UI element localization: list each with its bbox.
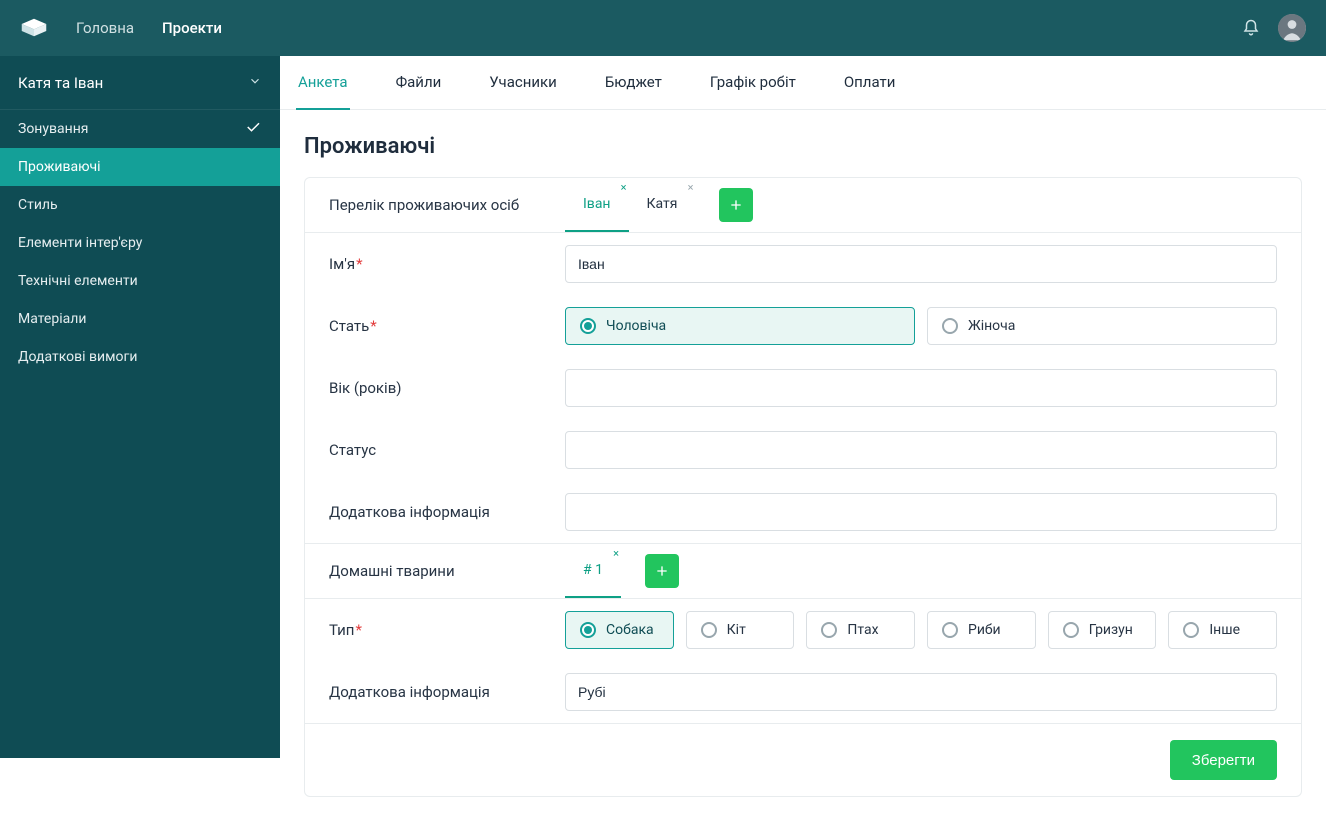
tab[interactable]: Учасники [487,56,559,110]
pet-extra-label: Додаткова інформація [329,683,549,701]
close-icon[interactable]: × [621,182,627,193]
tab[interactable]: Файли [394,56,444,110]
main-tabs: Анкета Файли Учасники Бюджет Графік робіт Опл… [280,56,1326,110]
extra-label: Додаткова інформація [329,503,549,521]
tab[interactable]: Анкета [296,56,350,110]
chevron-down-icon [248,74,262,92]
radio-icon [580,318,596,334]
close-icon[interactable]: × [688,182,694,193]
pet-type-option[interactable]: Інше [1168,611,1277,649]
resident-tab-label: Катя [647,196,678,212]
sidebar-item-label: Технічні елементи [18,273,138,289]
sidebar: Катя та Іван Зонування Проживаючі Стиль Еле… [0,56,280,758]
extra-input[interactable] [565,493,1277,531]
radio-icon [942,318,958,334]
resident-tab[interactable]: Катя × [629,178,696,232]
radio-icon [580,622,596,638]
gender-label: Стать [329,317,369,335]
pet-type-option-label: Птах [847,622,878,638]
check-icon [244,118,262,140]
sidebar-item[interactable]: Технічні елементи [0,262,280,300]
pet-type-option-label: Інше [1209,622,1240,638]
name-input[interactable] [565,245,1277,283]
sidebar-item[interactable]: Додаткові вимоги [0,338,280,376]
residents-label: Перелік проживаючих осіб [329,196,549,214]
resident-tab[interactable]: Іван × [565,178,629,232]
sidebar-item[interactable]: Матеріали [0,300,280,338]
nav-home[interactable]: Головна [76,19,134,37]
sidebar-item-label: Стиль [18,197,58,213]
pet-type-option-label: Риби [968,622,1001,638]
main: Анкета Файли Учасники Бюджет Графік робіт Опл… [280,56,1326,758]
tab[interactable]: Графік робіт [708,56,798,110]
close-icon[interactable]: × [613,548,619,559]
sidebar-item[interactable]: Стиль [0,186,280,224]
pet-type-option[interactable]: Гризун [1048,611,1157,649]
pet-type-label: Тип [329,621,354,639]
project-name: Катя та Іван [18,74,103,92]
sidebar-item-label: Елементи інтер'єру [18,235,142,251]
pet-tab-label: # 1 [583,562,603,578]
pet-tab[interactable]: # 1 × [565,544,621,598]
bell-icon[interactable] [1242,19,1260,37]
sidebar-item-label: Зонування [18,121,88,137]
avatar[interactable] [1278,14,1306,42]
pet-type-option[interactable]: Собака [565,611,674,649]
add-pet-button[interactable] [645,554,679,588]
topbar: Головна Проекти [0,0,1326,56]
tab[interactable]: Бюджет [603,56,664,110]
nav-projects[interactable]: Проекти [162,19,222,37]
project-selector[interactable]: Катя та Іван [0,56,280,110]
gender-option-label: Жіноча [968,318,1015,334]
gender-option[interactable]: Жіноча [927,307,1277,345]
resident-tab-label: Іван [583,196,611,212]
gender-option[interactable]: Чоловіча [565,307,915,345]
add-resident-button[interactable] [719,188,753,222]
pets-label: Домашні тварини [329,562,549,580]
age-label: Вік (років) [329,379,549,397]
radio-icon [821,622,837,638]
sidebar-item-label: Матеріали [18,311,86,327]
status-input[interactable] [565,431,1277,469]
name-label: Ім'я [329,255,355,273]
radio-icon [1063,622,1079,638]
gender-option-label: Чоловіча [606,318,666,334]
radio-icon [1183,622,1199,638]
sidebar-item-label: Додаткові вимоги [18,349,137,365]
radio-icon [942,622,958,638]
sidebar-item[interactable]: Проживаючі [0,148,280,186]
pet-type-option-label: Собака [606,622,654,638]
age-input[interactable] [565,369,1277,407]
save-button[interactable]: Зберегти [1170,740,1277,780]
pet-type-option[interactable]: Птах [806,611,915,649]
sidebar-item-label: Проживаючі [18,159,101,175]
tab[interactable]: Оплати [842,56,898,110]
pet-extra-input[interactable] [565,673,1277,711]
form-card: Перелік проживаючих осіб Іван × Катя × Ім'я… [304,177,1302,797]
pet-type-option-label: Гризун [1089,622,1133,638]
pet-type-option-label: Кіт [727,622,746,638]
pet-type-option[interactable]: Риби [927,611,1036,649]
logo-icon [20,17,48,39]
pet-type-option[interactable]: Кіт [686,611,795,649]
radio-icon [701,622,717,638]
sidebar-item[interactable]: Елементи інтер'єру [0,224,280,262]
status-label: Статус [329,441,549,459]
sidebar-item[interactable]: Зонування [0,110,280,148]
page-title: Проживаючі [304,134,1302,159]
